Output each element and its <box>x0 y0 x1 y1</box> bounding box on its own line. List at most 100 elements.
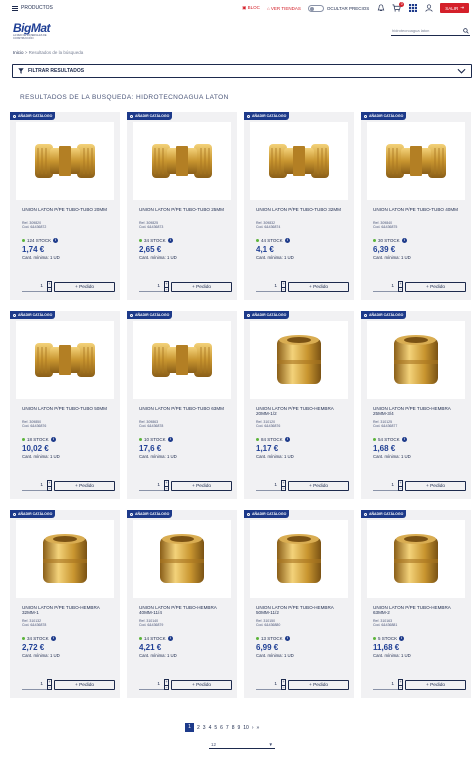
quantity-stepper[interactable]: 1 + − <box>22 679 58 690</box>
info-icon[interactable]: i <box>50 636 56 641</box>
quantity-stepper[interactable]: 1 + − <box>139 281 175 292</box>
decrease-icon[interactable]: − <box>165 287 168 293</box>
product-name[interactable]: UNION LATON P/PE TUBO-TUBO 40MM <box>373 207 465 212</box>
decrease-icon[interactable]: − <box>165 486 168 492</box>
product-image[interactable] <box>367 122 465 200</box>
add-order-button[interactable]: + Pedido <box>405 481 466 491</box>
product-name[interactable]: UNION LATON P/PE TUBO-HEMBRA 25MM-3/4 <box>373 406 465 416</box>
toggle-switch[interactable] <box>307 4 324 12</box>
last-page-icon[interactable]: » <box>256 725 259 731</box>
search-icon[interactable] <box>463 27 469 34</box>
product-image[interactable] <box>16 520 114 598</box>
filter-results-toggle[interactable]: FILTRAR RESULTADOS <box>12 64 472 78</box>
hide-prices-toggle[interactable]: OCULTAR PRECIOS <box>307 4 369 12</box>
bigmat-logo[interactable]: BigMat LA RED DE MATERIALES DE CONSTRUCC… <box>13 21 51 40</box>
add-to-catalog-button[interactable]: AÑADIR CATÁLOGO <box>10 311 56 319</box>
add-to-catalog-button[interactable]: AÑADIR CATÁLOGO <box>244 112 290 120</box>
product-card[interactable]: AÑADIR CATÁLOGO UNION LATON P/PE TUBO-TUB… <box>10 311 120 499</box>
info-icon[interactable]: i <box>167 636 173 641</box>
page-link[interactable]: 5 <box>214 725 217 731</box>
product-image[interactable] <box>133 122 231 200</box>
info-icon[interactable]: i <box>167 238 173 243</box>
info-icon[interactable]: i <box>284 238 290 243</box>
product-card[interactable]: AÑADIR CATÁLOGO UNION LATON P/PE TUBO-HEM… <box>10 510 120 698</box>
info-icon[interactable]: i <box>401 437 407 442</box>
quantity-value[interactable]: 1 <box>22 282 47 292</box>
product-image[interactable] <box>367 321 465 399</box>
quantity-value[interactable]: 1 <box>22 680 47 690</box>
quantity-stepper[interactable]: 1 + − <box>22 480 58 491</box>
decrease-icon[interactable]: − <box>282 486 285 492</box>
info-icon[interactable]: i <box>401 238 407 243</box>
quantity-stepper[interactable]: 1 + − <box>373 480 409 491</box>
decrease-icon[interactable]: − <box>48 685 51 691</box>
logout-button[interactable]: SALIR ⇥ <box>440 3 469 13</box>
product-image[interactable] <box>250 122 348 200</box>
add-order-button[interactable]: + Pedido <box>54 282 115 292</box>
products-menu[interactable]: PRODUCTOS <box>12 5 53 11</box>
quantity-stepper[interactable]: 1 + − <box>139 679 175 690</box>
product-card[interactable]: AÑADIR CATÁLOGO UNION LATON P/PE TUBO-HEM… <box>127 510 237 698</box>
add-to-catalog-button[interactable]: AÑADIR CATÁLOGO <box>127 112 173 120</box>
product-card[interactable]: AÑADIR CATÁLOGO UNION LATON P/PE TUBO-TUB… <box>361 112 471 300</box>
bell-icon[interactable] <box>376 4 385 13</box>
page-link[interactable]: 4 <box>209 725 212 731</box>
add-order-button[interactable]: + Pedido <box>171 282 232 292</box>
product-name[interactable]: UNION LATON P/PE TUBO-HEMBRA 63MM-2 <box>373 605 465 615</box>
quantity-value[interactable]: 1 <box>139 282 164 292</box>
search-input[interactable]: hidrotecnoagua laton <box>391 26 470 36</box>
add-order-button[interactable]: + Pedido <box>171 481 232 491</box>
quantity-stepper[interactable]: 1 + − <box>22 281 58 292</box>
decrease-icon[interactable]: − <box>399 287 402 293</box>
add-order-button[interactable]: + Pedido <box>288 282 349 292</box>
add-to-catalog-button[interactable]: AÑADIR CATÁLOGO <box>10 112 56 120</box>
info-icon[interactable]: i <box>284 437 290 442</box>
decrease-icon[interactable]: − <box>399 685 402 691</box>
add-order-button[interactable]: + Pedido <box>288 481 349 491</box>
decrease-icon[interactable]: − <box>282 685 285 691</box>
product-name[interactable]: UNION LATON P/PE TUBO-HEMBRA 32MM-1 <box>22 605 114 615</box>
product-card[interactable]: AÑADIR CATÁLOGO UNION LATON P/PE TUBO-TUB… <box>127 112 237 300</box>
stores-link[interactable]: ⌂ VER TIENDAS <box>267 6 301 11</box>
product-name[interactable]: UNION LATON P/PE TUBO-HEMBRA 50MM-11/2 <box>256 605 348 615</box>
product-card[interactable]: AÑADIR CATÁLOGO UNION LATON P/PE TUBO-TUB… <box>10 112 120 300</box>
quantity-stepper[interactable]: 1 + − <box>373 679 409 690</box>
page-link[interactable]: 10 <box>243 725 249 731</box>
info-icon[interactable]: i <box>167 437 173 442</box>
quantity-value[interactable]: 1 <box>256 481 281 491</box>
quantity-stepper[interactable]: 1 + − <box>256 480 292 491</box>
quantity-stepper[interactable]: 1 + − <box>256 679 292 690</box>
quantity-value[interactable]: 1 <box>22 481 47 491</box>
add-to-catalog-button[interactable]: AÑADIR CATÁLOGO <box>361 112 407 120</box>
page-link[interactable]: 1 <box>185 723 194 732</box>
quantity-value[interactable]: 1 <box>139 680 164 690</box>
add-order-button[interactable]: + Pedido <box>405 680 466 690</box>
add-order-button[interactable]: + Pedido <box>405 282 466 292</box>
per-page-select[interactable]: 12 ▼ <box>209 740 275 749</box>
product-image[interactable] <box>250 520 348 598</box>
page-link[interactable]: 6 <box>220 725 223 731</box>
add-to-catalog-button[interactable]: AÑADIR CATÁLOGO <box>127 311 173 319</box>
add-order-button[interactable]: + Pedido <box>171 680 232 690</box>
product-image[interactable] <box>16 122 114 200</box>
product-name[interactable]: UNION LATON P/PE TUBO-TUBO 25MM <box>139 207 231 212</box>
info-icon[interactable]: i <box>284 636 290 641</box>
product-card[interactable]: AÑADIR CATÁLOGO UNION LATON P/PE TUBO-HEM… <box>361 311 471 499</box>
product-card[interactable]: AÑADIR CATÁLOGO UNION LATON P/PE TUBO-TUB… <box>127 311 237 499</box>
page-link[interactable]: 8 <box>232 725 235 731</box>
info-icon[interactable]: i <box>53 238 59 243</box>
page-link[interactable]: 9 <box>237 725 240 731</box>
page-link[interactable]: 3 <box>203 725 206 731</box>
product-card[interactable]: AÑADIR CATÁLOGO UNION LATON P/PE TUBO-HEM… <box>244 510 354 698</box>
quantity-value[interactable]: 1 <box>373 481 398 491</box>
decrease-icon[interactable]: − <box>48 287 51 293</box>
product-card[interactable]: AÑADIR CATÁLOGO UNION LATON P/PE TUBO-HEM… <box>361 510 471 698</box>
product-name[interactable]: UNION LATON P/PE TUBO-HEMBRA 20MM-1/2 <box>256 406 348 416</box>
decrease-icon[interactable]: − <box>48 486 51 492</box>
decrease-icon[interactable]: − <box>282 287 285 293</box>
page-link[interactable]: 7 <box>226 725 229 731</box>
bloc-link[interactable]: ▣ BLOC <box>242 5 260 11</box>
quantity-stepper[interactable]: 1 + − <box>139 480 175 491</box>
add-order-button[interactable]: + Pedido <box>54 680 115 690</box>
quantity-value[interactable]: 1 <box>139 481 164 491</box>
